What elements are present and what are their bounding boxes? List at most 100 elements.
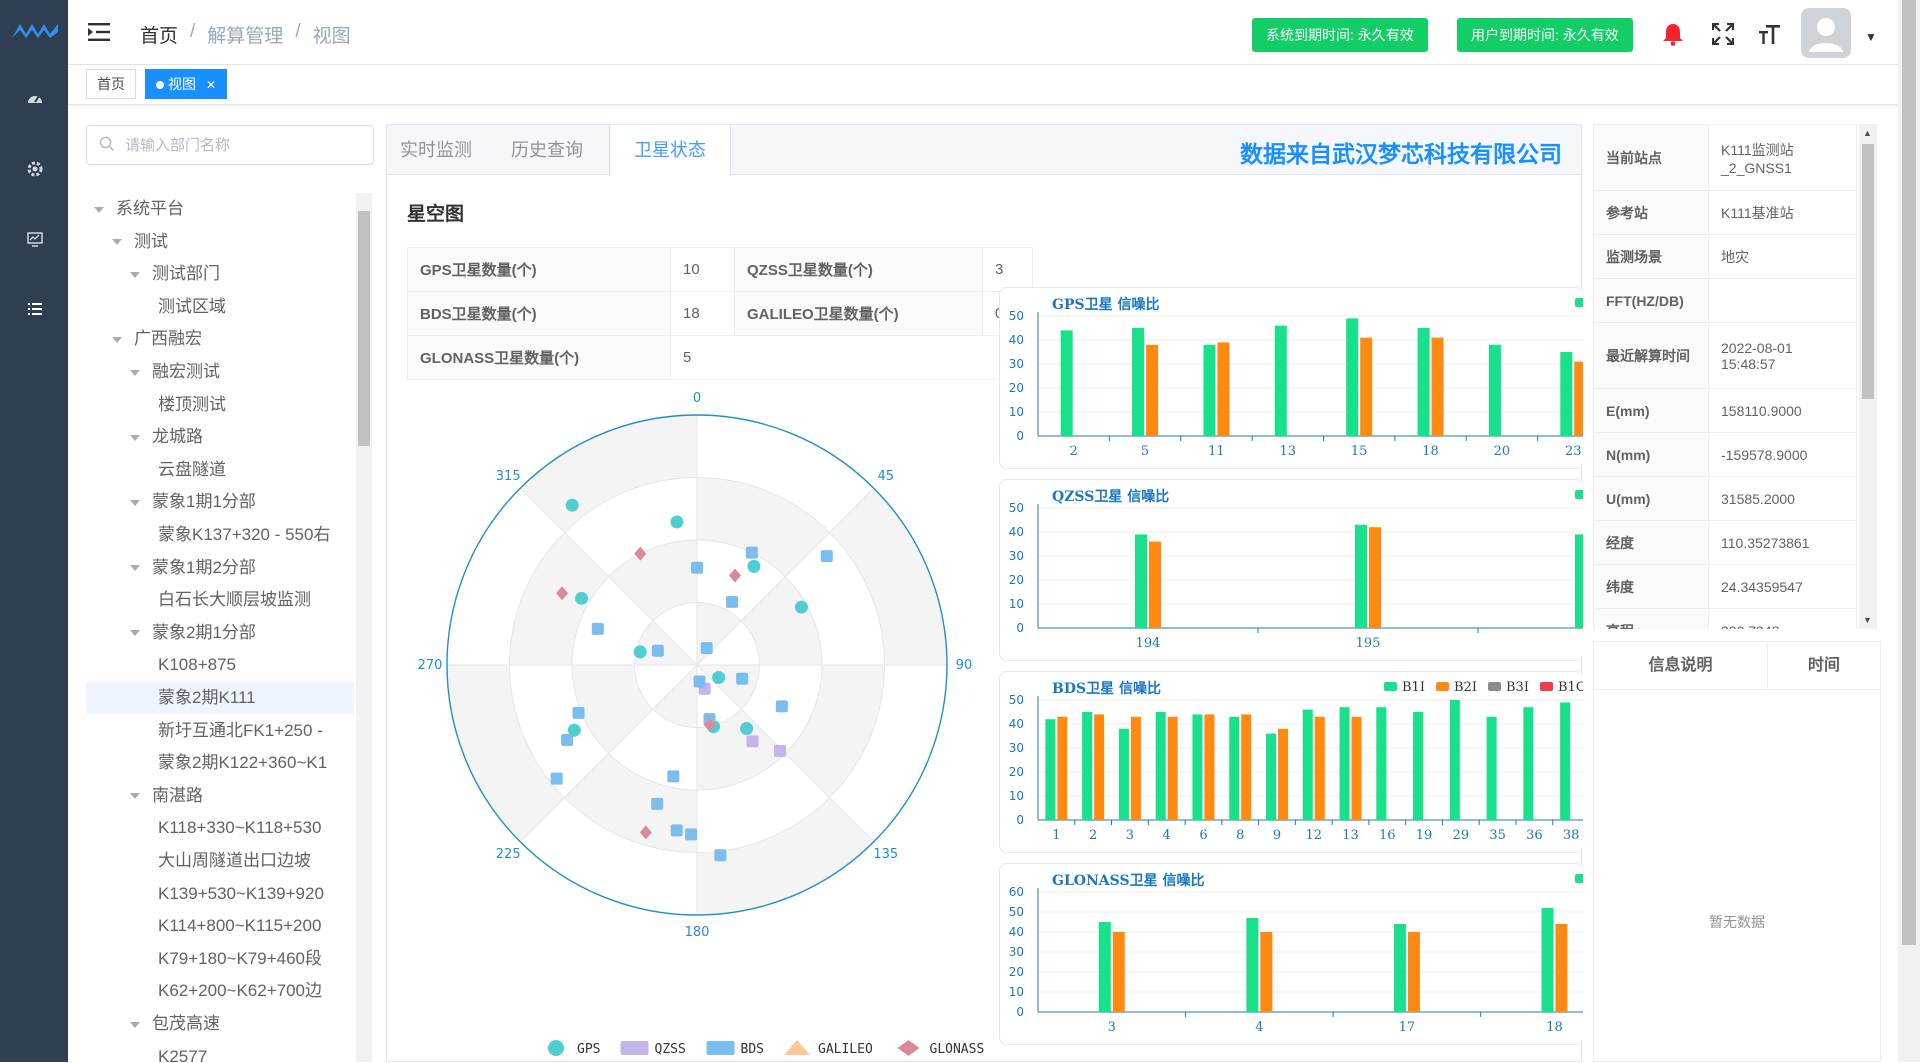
tree-node[interactable]: 测试区域 xyxy=(86,291,354,323)
satellite-point-gps[interactable] xyxy=(794,600,808,614)
tag-view[interactable]: 视图 ✕ xyxy=(145,69,228,99)
breadcrumb-home[interactable]: 首页 xyxy=(140,21,178,48)
tree-node[interactable]: 南湛路 xyxy=(86,780,354,812)
tree-node[interactable]: 楼顶测试 xyxy=(86,389,354,421)
tree-node[interactable]: K108+875 xyxy=(86,649,354,681)
legend-label[interactable]: GLONASS xyxy=(930,1042,985,1057)
tree-node[interactable]: 蒙象2期1分部 xyxy=(86,617,354,649)
station-info-scroll-area[interactable]: 当前站点 K111监测站_2_GNSS1 参考站 K111基准站 监测场景 地灾 FFT(H… xyxy=(1593,124,1859,629)
satellite-point-bds[interactable] xyxy=(700,642,713,655)
snr-bar[interactable] xyxy=(1155,712,1166,820)
snr-bar[interactable] xyxy=(1118,728,1129,820)
snr-bar[interactable] xyxy=(1149,541,1161,628)
satellite-point-gps[interactable] xyxy=(670,515,684,529)
snr-bar[interactable] xyxy=(1346,318,1359,436)
tree-scrollbar[interactable] xyxy=(356,193,372,1062)
caret-down-icon[interactable] xyxy=(130,630,140,637)
tree-node[interactable]: 云盘隧道 xyxy=(86,454,354,486)
caret-down-icon[interactable]: ▼ xyxy=(1865,30,1877,44)
snr-bar[interactable] xyxy=(1413,712,1424,820)
snr-bar[interactable] xyxy=(1098,922,1111,1012)
gear-icon[interactable] xyxy=(24,158,46,180)
satellite-point-bds[interactable] xyxy=(572,706,585,719)
caret-down-icon[interactable] xyxy=(130,434,140,441)
snr-bar[interactable] xyxy=(1135,534,1147,628)
satellite-point-bds[interactable] xyxy=(651,797,664,810)
caret-down-icon[interactable] xyxy=(130,1021,140,1028)
department-search-input[interactable] xyxy=(86,125,374,165)
tree-node[interactable]: 蒙象2期K111 xyxy=(86,682,354,714)
info-scrollbar-thumb[interactable] xyxy=(1862,144,1874,399)
snr-bar[interactable] xyxy=(1523,707,1534,820)
snr-bar[interactable] xyxy=(1407,932,1420,1012)
snr-bar[interactable] xyxy=(1167,716,1178,820)
snr-bar[interactable] xyxy=(1486,716,1497,820)
caret-down-icon[interactable] xyxy=(130,565,140,572)
satellite-point-bds[interactable] xyxy=(667,770,680,783)
dashboard-icon[interactable] xyxy=(24,88,46,110)
satellite-point-gps[interactable] xyxy=(575,591,589,605)
caret-down-icon[interactable] xyxy=(130,499,140,506)
snr-bar[interactable] xyxy=(1229,716,1240,820)
snr-bar[interactable] xyxy=(1130,716,1141,820)
snr-bar[interactable] xyxy=(1246,918,1259,1012)
tag-home[interactable]: 首页 xyxy=(86,69,136,99)
legend-label[interactable]: B3I xyxy=(1506,680,1529,695)
snr-bar[interactable] xyxy=(1541,908,1554,1012)
satellite-point-bds[interactable] xyxy=(651,644,664,657)
snr-bar[interactable] xyxy=(1574,361,1583,436)
tree-node[interactable]: 融宏测试 xyxy=(86,356,354,388)
satellite-point-gps[interactable] xyxy=(747,559,761,573)
snr-bar[interactable] xyxy=(1302,709,1313,820)
snr-bar[interactable] xyxy=(1112,932,1125,1012)
tab-satellite-status[interactable]: 卫星状态 xyxy=(609,125,731,176)
satellite-point-bds[interactable] xyxy=(693,675,706,688)
caret-down-icon[interactable] xyxy=(112,239,122,246)
tree-node[interactable]: 蒙象1期2分部 xyxy=(86,552,354,584)
satellite-point-bds[interactable] xyxy=(561,734,574,746)
caret-down-icon[interactable] xyxy=(130,793,140,800)
page-scrollbar-thumb[interactable] xyxy=(1902,0,1916,945)
satellite-point-bds[interactable] xyxy=(714,849,727,862)
close-icon[interactable]: ✕ xyxy=(206,78,216,92)
list-icon[interactable] xyxy=(24,298,46,320)
tab-realtime[interactable]: 实时监测 xyxy=(387,125,485,175)
snr-bar[interactable] xyxy=(1488,344,1501,436)
snr-bar[interactable] xyxy=(1094,714,1105,820)
snr-bar[interactable] xyxy=(1060,330,1073,436)
page-scrollbar[interactable] xyxy=(1898,0,1920,1062)
satellite-point-bds[interactable] xyxy=(745,546,758,559)
snr-bar[interactable] xyxy=(1351,716,1362,820)
snr-bar[interactable] xyxy=(1431,337,1444,436)
tree-node[interactable]: K79+180~K79+460段 xyxy=(86,943,354,975)
snr-bar[interactable] xyxy=(1360,337,1373,436)
scroll-up-arrow-icon[interactable]: ▲ xyxy=(1863,128,1872,138)
snr-bar[interactable] xyxy=(1560,702,1571,820)
satellite-point-gps[interactable] xyxy=(740,721,754,735)
legend-label[interactable]: B2I xyxy=(1454,680,1477,695)
snr-bar[interactable] xyxy=(1260,932,1273,1012)
satellite-point-bds[interactable] xyxy=(726,595,739,608)
legend-label[interactable]: BDS xyxy=(741,1042,764,1057)
tree-node[interactable]: 龙城路 xyxy=(86,421,354,453)
snr-bar[interactable] xyxy=(1241,714,1252,820)
legend-label[interactable]: GPS xyxy=(577,1042,600,1057)
avatar[interactable] xyxy=(1801,8,1851,58)
snr-bar[interactable] xyxy=(1355,524,1367,628)
caret-down-icon[interactable] xyxy=(130,369,140,376)
snr-bar[interactable] xyxy=(1417,328,1430,436)
satellite-point-bds[interactable] xyxy=(820,550,833,563)
tree-node[interactable]: 包茂高速 xyxy=(86,1008,354,1040)
info-scrollbar[interactable]: ▲ ▼ xyxy=(1859,124,1877,629)
snr-bar[interactable] xyxy=(1560,352,1573,436)
snr-bar[interactable] xyxy=(1274,325,1287,436)
legend-label[interactable]: B1I xyxy=(1402,680,1425,695)
satellite-point-bds[interactable] xyxy=(591,622,604,635)
snr-bar[interactable] xyxy=(1449,700,1460,820)
snr-bar[interactable] xyxy=(1204,714,1215,820)
satellite-point-bds[interactable] xyxy=(691,561,703,574)
snr-bar[interactable] xyxy=(1575,534,1583,628)
snr-bar[interactable] xyxy=(1057,716,1068,820)
tree-node[interactable]: 新圩互通北FK1+250 - xyxy=(86,715,354,747)
tree-node[interactable]: K114+800~K115+200 xyxy=(86,910,354,942)
